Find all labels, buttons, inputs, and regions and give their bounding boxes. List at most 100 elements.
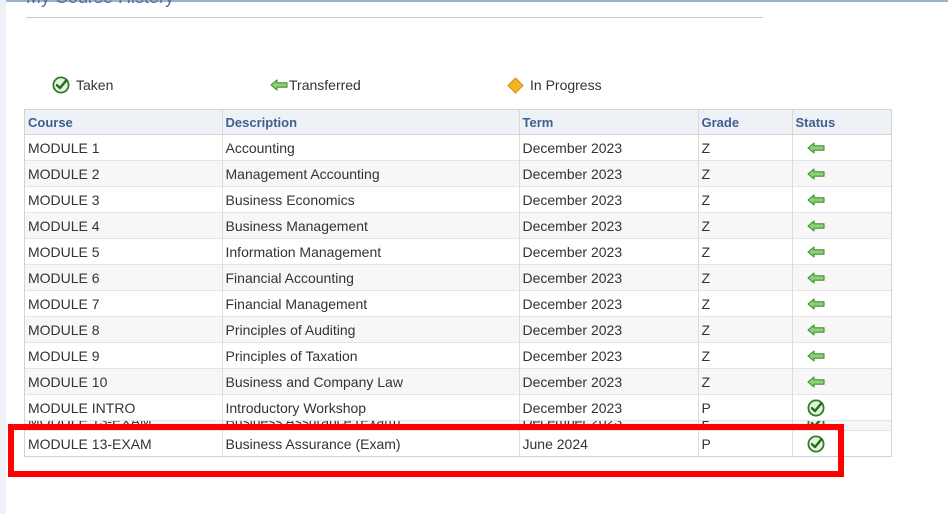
status-cell: [791, 160, 891, 187]
grade-cell: Z: [697, 238, 792, 265]
table-row: MODULE INTRO Introductory Workshop Decem…: [25, 394, 891, 421]
description-cell: Management Accounting: [221, 160, 519, 187]
column-header-status[interactable]: Status: [791, 110, 891, 135]
legend-taken-label: Taken: [76, 77, 114, 93]
check-circle-icon: [807, 399, 824, 416]
course-cell: MODULE 4: [25, 212, 222, 239]
table-row: MODULE 9 Principles of Taxation December…: [25, 342, 891, 369]
table-row: MODULE 4 Business Management December 20…: [25, 212, 891, 239]
grade-cell: Z: [697, 290, 792, 317]
description-cell: Information Management: [221, 238, 519, 265]
description-cell: Accounting: [221, 134, 519, 161]
status-cell: [791, 420, 891, 431]
legend-in-progress: In Progress: [507, 75, 602, 95]
legend-in-progress-label: In Progress: [530, 77, 602, 93]
arrow-left-icon: [806, 271, 825, 284]
table-row: MODULE 6 Financial Accounting December 2…: [25, 264, 891, 291]
term-cell: December 2023: [518, 316, 698, 343]
description-cell: Business Assurance (Exam): [221, 430, 519, 456]
check-circle-icon: [807, 421, 824, 430]
status-cell: [791, 134, 891, 161]
term-cell: December 2023: [518, 186, 698, 213]
table-row: MODULE 5 Information Management December…: [25, 238, 891, 265]
grade-cell: Z: [697, 342, 792, 369]
grade-cell: Z: [697, 264, 792, 291]
term-cell: June 2024: [518, 430, 698, 456]
grade-cell: Z: [697, 368, 792, 395]
course-history-table: Course Description Term Grade Status MOD…: [25, 110, 891, 456]
table-row: MODULE 7 Financial Management December 2…: [25, 290, 891, 317]
arrow-left-icon: [806, 219, 825, 232]
course-cell: MODULE 9: [25, 342, 222, 369]
column-header-term[interactable]: Term: [518, 110, 698, 135]
arrow-left-icon: [806, 297, 825, 310]
term-cell: December 2023: [518, 238, 698, 265]
table-header-row: Course Description Term Grade Status: [25, 110, 891, 135]
column-header-description[interactable]: Description: [221, 110, 519, 135]
page-title: My Course History: [26, 0, 174, 8]
course-cell: MODULE 13-EXAM: [25, 420, 222, 431]
status-cell: [791, 394, 891, 421]
arrow-left-icon: [806, 193, 825, 206]
course-cell: MODULE 5: [25, 238, 222, 265]
grade-cell: Z: [697, 134, 792, 161]
grade-cell: Z: [697, 186, 792, 213]
title-divider: [26, 17, 763, 18]
status-cell: [791, 342, 891, 369]
status-cell: [791, 316, 891, 343]
description-cell: Principles of Taxation: [221, 342, 519, 369]
grade-cell: P: [697, 420, 792, 431]
term-cell: December 2023: [518, 342, 698, 369]
table-row: MODULE 10 Business and Company Law Decem…: [25, 368, 891, 395]
term-cell: December 2023: [518, 420, 698, 431]
course-cell: MODULE 2: [25, 160, 222, 187]
table-row: MODULE 8 Principles of Auditing December…: [25, 316, 891, 343]
legend-taken: Taken: [52, 75, 113, 95]
table-row: MODULE 2 Management Accounting December …: [25, 160, 891, 187]
course-cell: MODULE 8: [25, 316, 222, 343]
term-cell: December 2023: [518, 368, 698, 395]
description-cell: Principles of Auditing: [221, 316, 519, 343]
table-row-overlapped: MODULE 13-EXAM Business Assurance (Exam)…: [25, 420, 891, 431]
course-cell: MODULE 13-EXAM: [25, 430, 222, 456]
description-cell: Business and Company Law: [221, 368, 519, 395]
check-circle-icon: [807, 435, 824, 452]
description-cell: Financial Accounting: [221, 264, 519, 291]
arrow-left-icon: [806, 245, 825, 258]
status-cell: [791, 290, 891, 317]
table-row: MODULE 3 Business Economics December 202…: [25, 186, 891, 213]
status-cell: [791, 264, 891, 291]
description-cell: Business Economics: [221, 186, 519, 213]
column-header-course[interactable]: Course: [25, 110, 222, 135]
description-cell: Business Assurance (Exam): [221, 420, 519, 431]
grade-cell: Z: [697, 316, 792, 343]
status-cell: [791, 186, 891, 213]
arrow-left-icon: [806, 141, 825, 154]
grade-cell: P: [697, 394, 792, 421]
table-row-highlighted: MODULE 13-EXAM Business Assurance (Exam)…: [25, 430, 891, 456]
term-cell: December 2023: [518, 264, 698, 291]
grade-cell: Z: [697, 212, 792, 239]
description-cell: Financial Management: [221, 290, 519, 317]
course-cell: MODULE 7: [25, 290, 222, 317]
course-cell: MODULE 1: [25, 134, 222, 161]
legend-transferred: Transferred: [270, 75, 361, 95]
course-history-grid: Course Description Term Grade Status MOD…: [24, 109, 892, 457]
status-cell: [791, 212, 891, 239]
description-cell: Introductory Workshop: [221, 394, 519, 421]
check-circle-icon: [52, 76, 70, 94]
course-cell: MODULE 10: [25, 368, 222, 395]
term-cell: December 2023: [518, 160, 698, 187]
status-cell: [791, 238, 891, 265]
grade-cell: Z: [697, 160, 792, 187]
term-cell: December 2023: [518, 212, 698, 239]
arrow-left-icon: [806, 349, 825, 362]
left-frame-edge: [0, 0, 6, 514]
arrow-left-icon: [806, 167, 825, 180]
column-header-grade[interactable]: Grade: [697, 110, 792, 135]
term-cell: December 2023: [518, 134, 698, 161]
status-cell: [791, 368, 891, 395]
arrow-left-icon: [806, 323, 825, 336]
course-cell: MODULE 3: [25, 186, 222, 213]
legend-transferred-label: Transferred: [289, 77, 361, 93]
